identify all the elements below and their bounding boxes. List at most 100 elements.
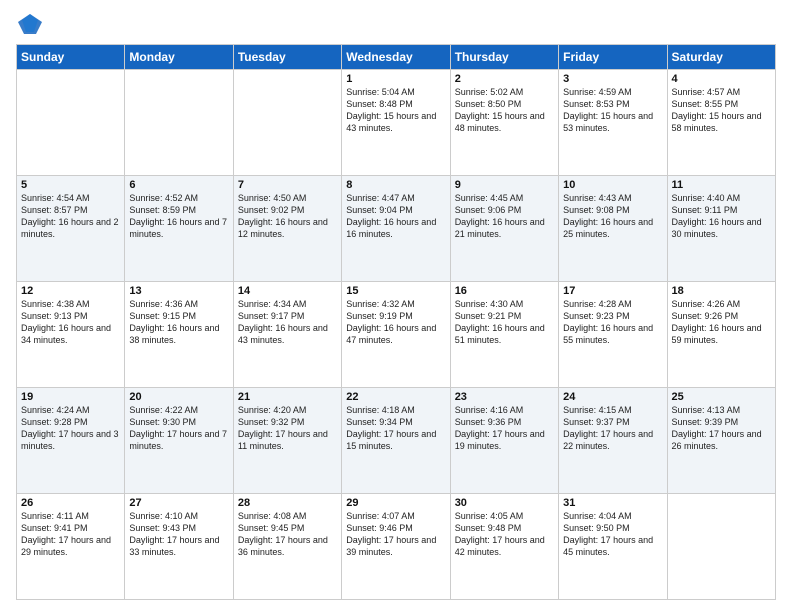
calendar-cell: 13Sunrise: 4:36 AM Sunset: 9:15 PM Dayli… [125, 282, 233, 388]
day-number: 4 [672, 73, 771, 85]
calendar-cell: 31Sunrise: 4:04 AM Sunset: 9:50 PM Dayli… [559, 494, 667, 600]
day-number: 22 [346, 391, 445, 403]
day-number: 23 [455, 391, 554, 403]
day-number: 3 [563, 73, 662, 85]
day-number: 19 [21, 391, 120, 403]
day-number: 1 [346, 73, 445, 85]
calendar-cell: 26Sunrise: 4:11 AM Sunset: 9:41 PM Dayli… [17, 494, 125, 600]
day-number: 6 [129, 179, 228, 191]
logo [16, 12, 48, 36]
day-info: Sunrise: 4:16 AM Sunset: 9:36 PM Dayligh… [455, 404, 554, 453]
calendar-cell: 5Sunrise: 4:54 AM Sunset: 8:57 PM Daylig… [17, 176, 125, 282]
calendar-cell [233, 70, 341, 176]
day-number: 18 [672, 285, 771, 297]
day-number: 15 [346, 285, 445, 297]
calendar-cell: 20Sunrise: 4:22 AM Sunset: 9:30 PM Dayli… [125, 388, 233, 494]
day-number: 13 [129, 285, 228, 297]
calendar-cell: 30Sunrise: 4:05 AM Sunset: 9:48 PM Dayli… [450, 494, 558, 600]
day-number: 12 [21, 285, 120, 297]
calendar-cell: 10Sunrise: 4:43 AM Sunset: 9:08 PM Dayli… [559, 176, 667, 282]
day-info: Sunrise: 4:43 AM Sunset: 9:08 PM Dayligh… [563, 192, 662, 241]
week-row-3: 12Sunrise: 4:38 AM Sunset: 9:13 PM Dayli… [17, 282, 776, 388]
day-number: 16 [455, 285, 554, 297]
calendar-page: SundayMondayTuesdayWednesdayThursdayFrid… [0, 0, 792, 612]
day-header-monday: Monday [125, 45, 233, 70]
day-number: 14 [238, 285, 337, 297]
calendar-cell: 4Sunrise: 4:57 AM Sunset: 8:55 PM Daylig… [667, 70, 775, 176]
day-info: Sunrise: 4:07 AM Sunset: 9:46 PM Dayligh… [346, 510, 445, 559]
calendar-cell: 19Sunrise: 4:24 AM Sunset: 9:28 PM Dayli… [17, 388, 125, 494]
day-info: Sunrise: 4:13 AM Sunset: 9:39 PM Dayligh… [672, 404, 771, 453]
day-info: Sunrise: 4:52 AM Sunset: 8:59 PM Dayligh… [129, 192, 228, 241]
day-number: 31 [563, 497, 662, 509]
day-number: 28 [238, 497, 337, 509]
day-info: Sunrise: 4:47 AM Sunset: 9:04 PM Dayligh… [346, 192, 445, 241]
calendar-cell: 17Sunrise: 4:28 AM Sunset: 9:23 PM Dayli… [559, 282, 667, 388]
calendar-cell: 27Sunrise: 4:10 AM Sunset: 9:43 PM Dayli… [125, 494, 233, 600]
calendar-cell: 14Sunrise: 4:34 AM Sunset: 9:17 PM Dayli… [233, 282, 341, 388]
calendar-cell: 2Sunrise: 5:02 AM Sunset: 8:50 PM Daylig… [450, 70, 558, 176]
calendar-cell: 18Sunrise: 4:26 AM Sunset: 9:26 PM Dayli… [667, 282, 775, 388]
day-info: Sunrise: 4:38 AM Sunset: 9:13 PM Dayligh… [21, 298, 120, 347]
day-info: Sunrise: 4:57 AM Sunset: 8:55 PM Dayligh… [672, 86, 771, 135]
day-info: Sunrise: 4:36 AM Sunset: 9:15 PM Dayligh… [129, 298, 228, 347]
day-number: 11 [672, 179, 771, 191]
calendar-cell: 16Sunrise: 4:30 AM Sunset: 9:21 PM Dayli… [450, 282, 558, 388]
day-number: 8 [346, 179, 445, 191]
day-info: Sunrise: 4:54 AM Sunset: 8:57 PM Dayligh… [21, 192, 120, 241]
day-info: Sunrise: 4:34 AM Sunset: 9:17 PM Dayligh… [238, 298, 337, 347]
day-info: Sunrise: 4:20 AM Sunset: 9:32 PM Dayligh… [238, 404, 337, 453]
day-number: 30 [455, 497, 554, 509]
day-header-tuesday: Tuesday [233, 45, 341, 70]
week-row-1: 1Sunrise: 5:04 AM Sunset: 8:48 PM Daylig… [17, 70, 776, 176]
day-number: 21 [238, 391, 337, 403]
calendar-header-row: SundayMondayTuesdayWednesdayThursdayFrid… [17, 45, 776, 70]
calendar-cell: 3Sunrise: 4:59 AM Sunset: 8:53 PM Daylig… [559, 70, 667, 176]
week-row-2: 5Sunrise: 4:54 AM Sunset: 8:57 PM Daylig… [17, 176, 776, 282]
day-header-friday: Friday [559, 45, 667, 70]
day-info: Sunrise: 4:40 AM Sunset: 9:11 PM Dayligh… [672, 192, 771, 241]
day-header-saturday: Saturday [667, 45, 775, 70]
day-number: 7 [238, 179, 337, 191]
calendar-cell: 21Sunrise: 4:20 AM Sunset: 9:32 PM Dayli… [233, 388, 341, 494]
day-info: Sunrise: 4:59 AM Sunset: 8:53 PM Dayligh… [563, 86, 662, 135]
calendar-cell [17, 70, 125, 176]
logo-icon [16, 12, 44, 36]
day-info: Sunrise: 4:45 AM Sunset: 9:06 PM Dayligh… [455, 192, 554, 241]
calendar-cell: 1Sunrise: 5:04 AM Sunset: 8:48 PM Daylig… [342, 70, 450, 176]
day-number: 27 [129, 497, 228, 509]
day-info: Sunrise: 4:18 AM Sunset: 9:34 PM Dayligh… [346, 404, 445, 453]
day-number: 2 [455, 73, 554, 85]
day-number: 17 [563, 285, 662, 297]
day-info: Sunrise: 4:30 AM Sunset: 9:21 PM Dayligh… [455, 298, 554, 347]
calendar-cell [667, 494, 775, 600]
day-number: 25 [672, 391, 771, 403]
day-info: Sunrise: 4:24 AM Sunset: 9:28 PM Dayligh… [21, 404, 120, 453]
day-number: 29 [346, 497, 445, 509]
day-number: 20 [129, 391, 228, 403]
day-info: Sunrise: 4:50 AM Sunset: 9:02 PM Dayligh… [238, 192, 337, 241]
day-header-thursday: Thursday [450, 45, 558, 70]
week-row-5: 26Sunrise: 4:11 AM Sunset: 9:41 PM Dayli… [17, 494, 776, 600]
week-row-4: 19Sunrise: 4:24 AM Sunset: 9:28 PM Dayli… [17, 388, 776, 494]
day-info: Sunrise: 4:26 AM Sunset: 9:26 PM Dayligh… [672, 298, 771, 347]
calendar-cell: 25Sunrise: 4:13 AM Sunset: 9:39 PM Dayli… [667, 388, 775, 494]
calendar-cell: 12Sunrise: 4:38 AM Sunset: 9:13 PM Dayli… [17, 282, 125, 388]
calendar-cell: 28Sunrise: 4:08 AM Sunset: 9:45 PM Dayli… [233, 494, 341, 600]
day-header-wednesday: Wednesday [342, 45, 450, 70]
calendar-cell: 7Sunrise: 4:50 AM Sunset: 9:02 PM Daylig… [233, 176, 341, 282]
calendar-table: SundayMondayTuesdayWednesdayThursdayFrid… [16, 44, 776, 600]
day-info: Sunrise: 4:32 AM Sunset: 9:19 PM Dayligh… [346, 298, 445, 347]
calendar-cell: 6Sunrise: 4:52 AM Sunset: 8:59 PM Daylig… [125, 176, 233, 282]
calendar-cell: 9Sunrise: 4:45 AM Sunset: 9:06 PM Daylig… [450, 176, 558, 282]
day-info: Sunrise: 5:04 AM Sunset: 8:48 PM Dayligh… [346, 86, 445, 135]
calendar-cell: 22Sunrise: 4:18 AM Sunset: 9:34 PM Dayli… [342, 388, 450, 494]
day-header-sunday: Sunday [17, 45, 125, 70]
header [16, 12, 776, 36]
day-info: Sunrise: 4:04 AM Sunset: 9:50 PM Dayligh… [563, 510, 662, 559]
calendar-cell: 15Sunrise: 4:32 AM Sunset: 9:19 PM Dayli… [342, 282, 450, 388]
calendar-cell: 29Sunrise: 4:07 AM Sunset: 9:46 PM Dayli… [342, 494, 450, 600]
calendar-cell: 8Sunrise: 4:47 AM Sunset: 9:04 PM Daylig… [342, 176, 450, 282]
day-info: Sunrise: 4:08 AM Sunset: 9:45 PM Dayligh… [238, 510, 337, 559]
day-info: Sunrise: 4:11 AM Sunset: 9:41 PM Dayligh… [21, 510, 120, 559]
